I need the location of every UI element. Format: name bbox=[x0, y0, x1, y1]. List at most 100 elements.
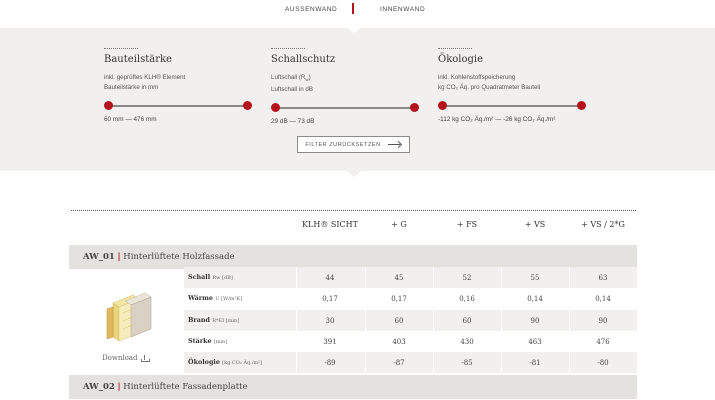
table-cell: 403 bbox=[392, 338, 406, 346]
range-label: 29 dB — 73 dB bbox=[271, 118, 315, 126]
table-cell: 90 bbox=[598, 317, 608, 325]
row-unit: R*EI [min] bbox=[212, 318, 240, 324]
column-header: + VS / 2*G bbox=[581, 220, 625, 229]
column-header: + VS bbox=[524, 220, 546, 229]
desc-close: ) bbox=[308, 74, 311, 81]
row-label-text: Wärme bbox=[188, 294, 213, 302]
slider-handle-max[interactable] bbox=[410, 103, 419, 113]
group-header[interactable]: AW_02 | Hinterlüftete Fassadenplatte bbox=[69, 375, 637, 399]
range-label: -112 kg CO₂ Äq./m² — -26 kg CO₂ Äq./m² bbox=[438, 116, 556, 123]
group-separator: | bbox=[117, 252, 121, 262]
filter-desc-2: Bauteilstärke in mm bbox=[104, 84, 159, 91]
table-row: Brand R*EI [min] 30 60 60 90 90 bbox=[184, 310, 637, 331]
table-cell: 44 bbox=[325, 274, 335, 282]
row-label: Ökologie [kg CO₂ Äq./m²] bbox=[188, 358, 262, 366]
group-code: AW_02 bbox=[83, 382, 115, 392]
filter-desc-2: Luftschall in dB bbox=[271, 86, 313, 94]
table-cell: 30 bbox=[325, 317, 335, 325]
table-cell: 0,16 bbox=[459, 295, 475, 303]
desc-text: Luftschall (R bbox=[271, 74, 306, 81]
filter-title: Schallschutz bbox=[271, 54, 336, 65]
table-cell: 63 bbox=[598, 274, 608, 282]
table-cell: 391 bbox=[323, 338, 337, 346]
table-row: Stärke [mm] 391 403 430 463 476 bbox=[184, 331, 637, 352]
table-cell: -85 bbox=[461, 359, 473, 367]
table-cell: -89 bbox=[324, 359, 336, 367]
table-divider bbox=[71, 210, 636, 211]
row-label: Schall Rw [dB] bbox=[188, 273, 233, 281]
table-cell: 60 bbox=[462, 317, 472, 325]
slider-track bbox=[275, 107, 418, 109]
slider-track bbox=[108, 105, 251, 107]
row-label: Brand R*EI [min] bbox=[188, 316, 239, 324]
filter-panel: Bauteilstärke inkl. geprüftes KLH® Eleme… bbox=[0, 27, 715, 177]
slider-handle-max[interactable] bbox=[243, 101, 252, 110]
panel-notch-bottom bbox=[347, 171, 361, 177]
range-slider[interactable] bbox=[271, 103, 421, 113]
row-label-text: Stärke bbox=[188, 337, 212, 345]
filter-oekologie: Ökologie inkl. Kohlenstoffspeicherung kg… bbox=[438, 48, 598, 123]
filter-desc-1: inkl. Kohlenstoffspeicherung bbox=[438, 74, 516, 81]
column-header: + G bbox=[391, 220, 407, 229]
row-label-text: Ökologie bbox=[188, 358, 220, 366]
row-unit: [kg CO₂ Äq./m²] bbox=[222, 360, 263, 366]
table-cell: 45 bbox=[394, 274, 404, 282]
slider-handle-min[interactable] bbox=[438, 101, 447, 110]
download-label: Download bbox=[102, 354, 138, 362]
group-separator: | bbox=[117, 382, 121, 392]
table-cell: -87 bbox=[393, 359, 405, 367]
table-cell: 90 bbox=[530, 317, 540, 325]
tab-separator bbox=[352, 3, 354, 14]
table-cell: 55 bbox=[530, 274, 540, 282]
top-nav: AUSSENWAND INNENWAND bbox=[0, 0, 715, 28]
tab-aussenwand[interactable]: AUSSENWAND bbox=[285, 6, 337, 13]
table-cell: 0,14 bbox=[595, 295, 611, 303]
table-cell: 60 bbox=[394, 317, 404, 325]
slider-handle-max[interactable] bbox=[577, 101, 586, 110]
filter-desc-2: kg CO₂ Äq. pro Quadratmeter Bauteil bbox=[438, 84, 541, 91]
row-unit: U [W/m²K] bbox=[215, 296, 243, 302]
table-row: Schall Rw [dB] 44 45 52 55 63 bbox=[184, 267, 637, 288]
filter-bauteilstaerke: Bauteilstärke inkl. geprüftes KLH® Eleme… bbox=[104, 48, 254, 123]
group-header[interactable]: AW_01 | Hinterlüftete Holzfassade bbox=[69, 245, 637, 269]
table-cell: 476 bbox=[596, 338, 610, 346]
row-label-text: Schall bbox=[188, 273, 211, 281]
table-cell: 430 bbox=[460, 338, 474, 346]
slider-handle-min[interactable] bbox=[271, 103, 280, 113]
table-row: Wärme U [W/m²K] 0,17 0,17 0,16 0,14 0,14 bbox=[184, 288, 637, 309]
table-row: Ökologie [kg CO₂ Äq./m²] -89 -87 -85 -81… bbox=[184, 352, 637, 373]
row-unit: Rw [dB] bbox=[212, 275, 233, 281]
filter-divider bbox=[271, 48, 305, 49]
column-header: KLH® SICHT bbox=[302, 220, 358, 229]
row-label: Wärme U [W/m²K] bbox=[188, 294, 242, 302]
table-cell: 0,14 bbox=[527, 295, 543, 303]
panel-notch-top bbox=[347, 27, 361, 33]
table-cell: 0,17 bbox=[391, 295, 407, 303]
column-header: + FS bbox=[456, 220, 478, 229]
range-slider[interactable] bbox=[104, 101, 254, 111]
table-cell: -81 bbox=[529, 359, 541, 367]
filter-desc-1: Luftschall (Rw) bbox=[271, 73, 421, 85]
wall-product-image[interactable] bbox=[99, 291, 159, 346]
download-link[interactable]: Download bbox=[102, 354, 151, 362]
arrow-right-icon bbox=[387, 142, 402, 148]
row-label: Stärke [mm] bbox=[188, 337, 227, 345]
filter-divider bbox=[104, 48, 138, 49]
reset-filter-label: FILTER ZURÜCKSETZEN bbox=[305, 141, 381, 148]
filter-divider bbox=[438, 48, 472, 49]
filter-schallschutz: Schallschutz Luftschall (Rw) Luftschall … bbox=[271, 48, 421, 125]
row-label-text: Brand bbox=[188, 316, 211, 324]
filter-title: Ökologie bbox=[438, 54, 484, 65]
group-name: Hinterlüftete Fassadenplatte bbox=[123, 382, 248, 392]
table-cell: 463 bbox=[528, 338, 542, 346]
range-label: 60 mm — 476 mm bbox=[104, 116, 157, 123]
row-unit: [mm] bbox=[213, 339, 228, 345]
tab-innenwand[interactable]: INNENWAND bbox=[380, 6, 425, 13]
slider-handle-min[interactable] bbox=[104, 101, 113, 110]
group-code: AW_01 bbox=[83, 252, 115, 262]
filter-desc-1: inkl. geprüftes KLH® Element bbox=[104, 74, 186, 81]
group-name: Hinterlüftete Holzfassade bbox=[123, 252, 235, 262]
table-cell: 52 bbox=[462, 274, 472, 282]
range-slider[interactable] bbox=[438, 101, 598, 111]
reset-filter-button[interactable]: FILTER ZURÜCKSETZEN bbox=[297, 136, 410, 153]
